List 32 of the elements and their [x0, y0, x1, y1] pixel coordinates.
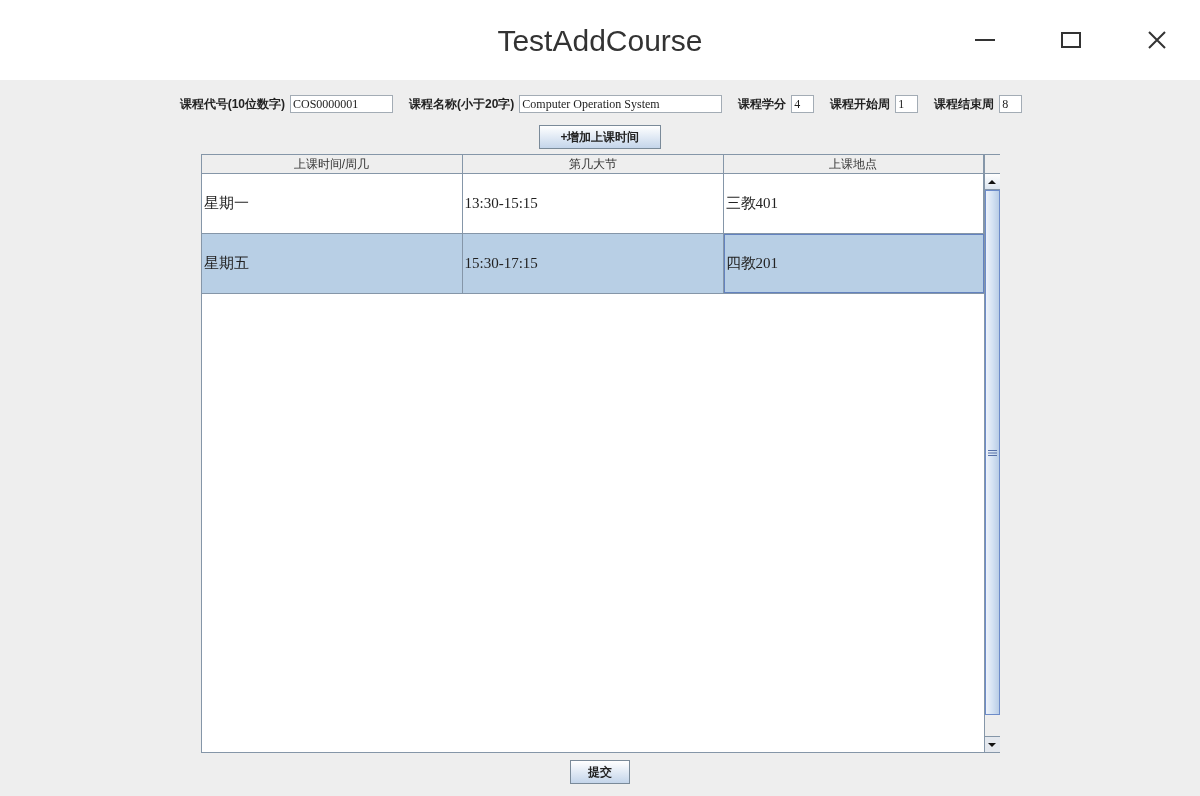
text-field[interactable]: 4	[791, 95, 815, 113]
window-title: TestAddCourse	[497, 24, 703, 56]
table-cell: 三教401	[723, 174, 984, 233]
field-label: 课程开始周	[830, 96, 891, 113]
column-header[interactable]: 第几大节	[462, 155, 724, 173]
scroll-up-button[interactable]	[984, 174, 1000, 190]
field-label: 课程学分	[738, 96, 787, 113]
submit-button[interactable]: 提交	[570, 760, 630, 784]
table-cell: 星期五	[201, 234, 463, 293]
field-label: 课程名称(小于20字)	[409, 96, 515, 113]
arrow-down-icon	[988, 742, 996, 747]
text-field[interactable]: 8	[999, 95, 1023, 113]
minimize-icon	[975, 39, 995, 41]
add-time-button[interactable]: +增加上课时间	[539, 125, 661, 149]
grip-icon	[987, 449, 997, 456]
maximize-icon	[1061, 32, 1081, 48]
text-field[interactable]: COS0000001	[290, 95, 393, 113]
table-cell: 四教201	[723, 234, 984, 293]
column-header[interactable]: 上课地点	[723, 155, 984, 173]
table-cell: 15:30-17:15	[462, 234, 724, 293]
scroll-down-button[interactable]	[984, 736, 1000, 752]
table-cell: 星期一	[201, 174, 463, 233]
table-cell: 13:30-15:15	[462, 174, 724, 233]
column-header[interactable]: 上课时间/周几	[201, 155, 463, 173]
text-field[interactable]: 1	[895, 95, 919, 113]
field-label: 课程结束周	[934, 96, 995, 113]
close-icon	[1148, 31, 1166, 49]
table-row[interactable]: 星期一 13:30-15:15 三教401	[201, 174, 984, 234]
arrow-up-icon	[988, 179, 996, 184]
text-field[interactable]: Computer Operation System	[519, 95, 723, 113]
table-row[interactable]: 星期五 15:30-17:15 四教201	[201, 234, 984, 294]
field-label: 课程代号(10位数字)	[179, 96, 285, 113]
